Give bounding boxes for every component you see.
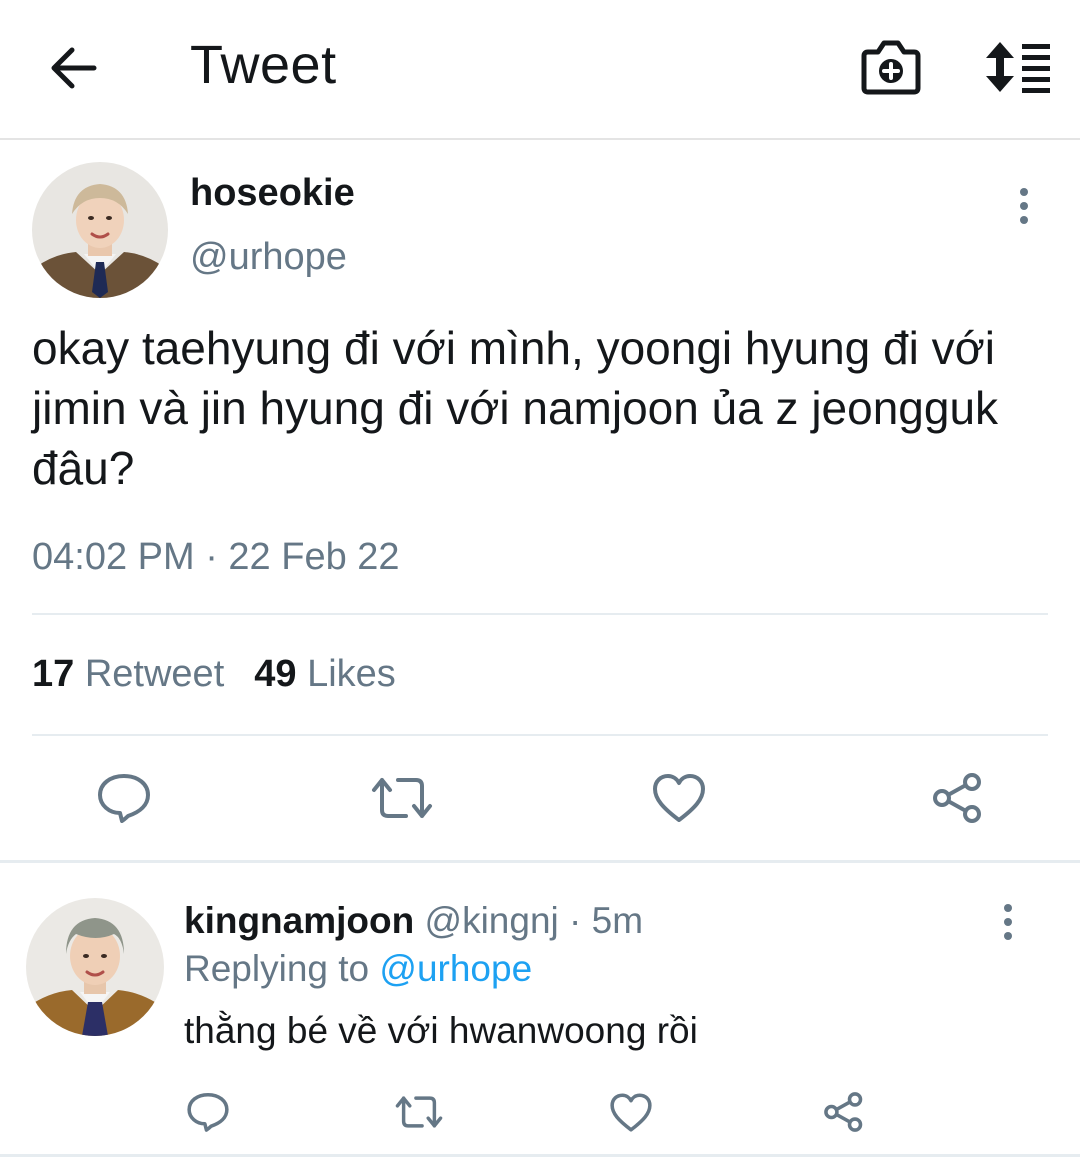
replying-to-mention[interactable]: @urhope bbox=[379, 948, 532, 989]
reply-retweet-button[interactable] bbox=[394, 1092, 444, 1137]
heart-icon bbox=[653, 774, 705, 822]
share-icon bbox=[824, 1092, 863, 1132]
reply-text: thằng bé về với hwanwoong rồi bbox=[184, 1010, 698, 1051]
camera-add-icon bbox=[861, 40, 921, 95]
reply-share-button[interactable] bbox=[822, 1090, 866, 1139]
divider bbox=[32, 734, 1048, 736]
author-avatar[interactable] bbox=[32, 162, 168, 298]
replying-to-label: Replying to bbox=[184, 948, 370, 989]
reply-author-avatar[interactable] bbox=[26, 898, 164, 1036]
likes-stat-label: Likes bbox=[307, 653, 396, 695]
tweet-more-options-button[interactable] bbox=[1012, 186, 1036, 230]
retweet-icon bbox=[395, 1096, 443, 1128]
share-icon bbox=[933, 773, 981, 823]
camera-button[interactable] bbox=[860, 38, 922, 96]
retweet-stat-label: Retweet bbox=[84, 653, 225, 695]
comment-icon bbox=[98, 774, 150, 823]
reply-display-name[interactable]: kingnamjoon bbox=[184, 900, 414, 941]
back-button[interactable] bbox=[48, 42, 100, 94]
likes-stat[interactable]: 49 Likes bbox=[254, 653, 396, 695]
reply-header: kingnamjoon @kingnj · 5m bbox=[184, 900, 643, 942]
replying-to: Replying to @urhope bbox=[184, 948, 532, 990]
reply-reply-button[interactable] bbox=[186, 1090, 230, 1139]
retweet-button[interactable] bbox=[370, 772, 434, 829]
retweet-stat[interactable]: 17 Retweet bbox=[32, 653, 224, 695]
more-vertical-icon bbox=[1004, 904, 1012, 940]
reply-handle[interactable]: @kingnj bbox=[425, 900, 559, 941]
reply-like-button[interactable] bbox=[609, 1092, 653, 1138]
sort-button[interactable] bbox=[982, 38, 1054, 96]
divider bbox=[32, 613, 1048, 615]
like-button[interactable] bbox=[651, 772, 707, 829]
comment-icon bbox=[187, 1092, 229, 1132]
tweet-stats: 17 Retweet 49 Likes bbox=[32, 653, 396, 696]
arrow-left-icon bbox=[51, 47, 97, 89]
retweet-count: 17 bbox=[32, 653, 75, 695]
heart-icon bbox=[610, 1093, 652, 1132]
reply-button[interactable] bbox=[96, 770, 152, 831]
reply-more-options-button[interactable] bbox=[996, 902, 1020, 946]
author-display-name[interactable]: hoseokie bbox=[190, 172, 355, 215]
section-separator bbox=[0, 860, 1080, 863]
page-title: Tweet bbox=[190, 35, 337, 95]
tweet-text: okay taehyung đi với mình, yoongi hyung … bbox=[32, 322, 999, 494]
sort-list-icon bbox=[986, 42, 1050, 93]
share-button[interactable] bbox=[930, 770, 986, 831]
bottom-separator bbox=[0, 1154, 1080, 1157]
reply-time: · 5m bbox=[569, 900, 644, 941]
author-handle[interactable]: @urhope bbox=[190, 236, 347, 279]
top-bar: Tweet bbox=[0, 0, 1080, 140]
more-vertical-icon bbox=[1020, 188, 1028, 224]
retweet-icon bbox=[372, 778, 432, 818]
tweet-timestamp: 04:02 PM · 22 Feb 22 bbox=[32, 536, 400, 578]
likes-count: 49 bbox=[254, 653, 297, 695]
